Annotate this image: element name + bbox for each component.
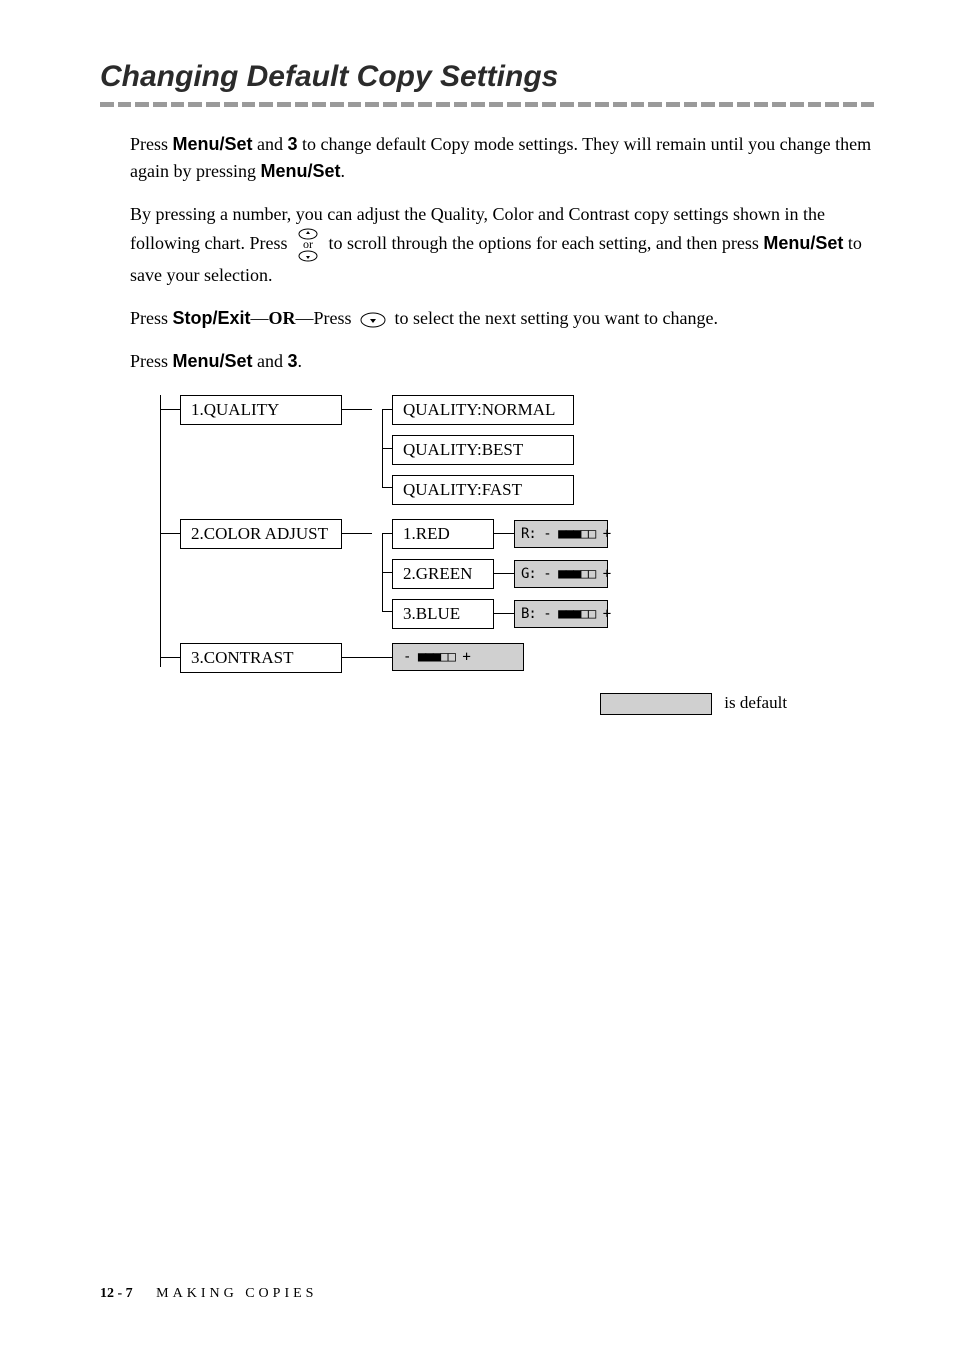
scroll-up-down-icon: or <box>296 228 320 262</box>
tree-quality: 1.QUALITY <box>180 395 342 425</box>
default-swatch <box>600 693 712 715</box>
section-heading: Changing Default Copy Settings <box>100 60 874 94</box>
stop-exit-label: Stop/Exit <box>173 308 251 328</box>
footer-page-number: 12 - 7 <box>100 1286 133 1301</box>
tree-quality-best: QUALITY:BEST <box>392 435 574 465</box>
tree-quality-normal: QUALITY:NORMAL <box>392 395 574 425</box>
key-3-label: 3 <box>288 134 298 154</box>
tree-green: 2.GREEN <box>392 559 494 589</box>
tree-color-adjust: 2.COLOR ADJUST <box>180 519 342 549</box>
key-3-label-2: 3 <box>288 351 298 371</box>
menu-set-label-2: Menu/Set <box>260 161 340 181</box>
menu-tree: 1.QUALITY QUALITY:NORMAL QUALITY:BEST QU… <box>160 395 874 673</box>
menu-set-label-3: Menu/Set <box>763 233 843 253</box>
paragraph-4: Press Menu/Set and 3. <box>130 348 874 375</box>
tree-quality-fast: QUALITY:FAST <box>392 475 574 505</box>
tree-green-value: G: - ■■■□□ + <box>514 560 608 588</box>
menu-set-label: Menu/Set <box>173 134 253 154</box>
footer-chapter-title: MAKING COPIES <box>156 1286 317 1301</box>
heading-rule <box>100 102 874 107</box>
default-legend: is default <box>600 693 874 715</box>
paragraph-2: By pressing a number, you can adjust the… <box>130 201 874 289</box>
tree-blue-value: B: - ■■■□□ + <box>514 600 608 628</box>
menu-set-label-4: Menu/Set <box>173 351 253 371</box>
svg-text:or: or <box>303 237 313 251</box>
paragraph-1: Press Menu/Set and 3 to change default C… <box>130 131 874 185</box>
paragraph-3: Press Stop/Exit—OR—Press to select the n… <box>130 305 874 332</box>
tree-red-value: R: - ■■■□□ + <box>514 520 608 548</box>
tree-blue: 3.BLUE <box>392 599 494 629</box>
tree-red: 1.RED <box>392 519 494 549</box>
down-arrow-icon <box>360 312 386 328</box>
tree-contrast: 3.CONTRAST <box>180 643 342 673</box>
tree-contrast-value: - ■■■□□ + <box>392 643 524 671</box>
page-footer: 12 - 7 MAKING COPIES <box>100 1286 317 1302</box>
